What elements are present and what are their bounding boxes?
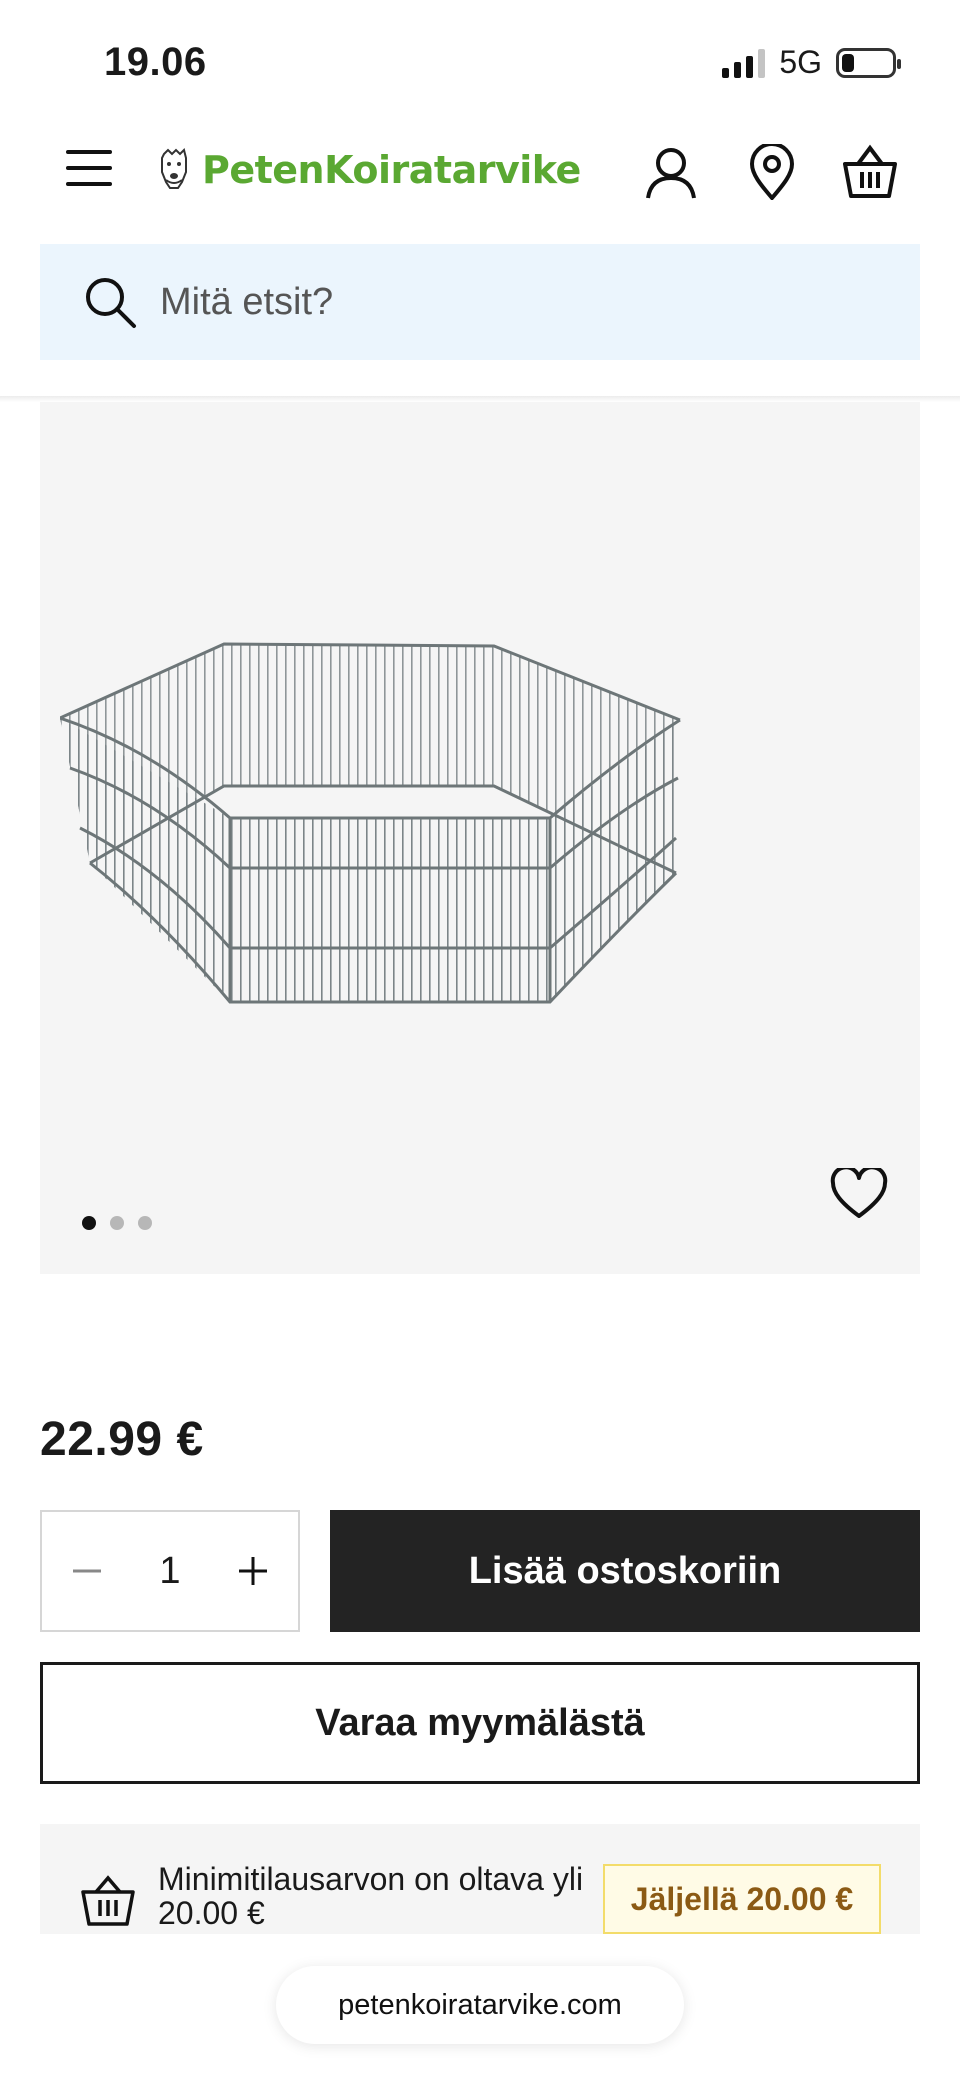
product-price: 22.99 €	[40, 1413, 204, 1466]
status-bar: 19.06 5G	[0, 0, 960, 120]
search-icon	[86, 278, 136, 328]
menu-icon[interactable]	[66, 150, 112, 190]
product-gallery[interactable]	[40, 402, 920, 1274]
browser-url-bar[interactable]: petenkoiratarvike.com	[276, 1966, 684, 2044]
gallery-pagination	[82, 1216, 152, 1230]
site-logo[interactable]: PetenKoiratarvike	[156, 148, 581, 192]
battery-icon	[836, 47, 901, 78]
quantity-value[interactable]: 1	[140, 1550, 200, 1593]
plus-icon	[239, 1557, 267, 1585]
gallery-dot[interactable]	[82, 1216, 96, 1230]
min-order-banner: Minimitilausarvon on oltava yli 20.00 € …	[40, 1824, 920, 1934]
status-indicators: 5G	[722, 44, 901, 81]
gallery-dot[interactable]	[110, 1216, 124, 1230]
min-order-message: Minimitilausarvon on oltava yli 20.00 €	[158, 1861, 584, 1931]
increase-quantity-button[interactable]	[232, 1550, 274, 1592]
reserve-in-store-button[interactable]: Varaa myymälästä	[40, 1662, 920, 1784]
remaining-amount-badge: Jäljellä 20.00 €	[603, 1864, 881, 1934]
heart-icon[interactable]	[830, 1168, 888, 1220]
user-icon[interactable]	[643, 144, 699, 200]
site-header: PetenKoiratarvike	[0, 120, 960, 232]
decrease-quantity-button[interactable]	[66, 1550, 108, 1592]
minus-icon	[73, 1569, 101, 1573]
basket-icon[interactable]	[842, 144, 898, 200]
status-time: 19.06	[104, 40, 207, 84]
network-label: 5G	[779, 44, 822, 80]
search-input[interactable]	[160, 280, 860, 324]
add-to-cart-button[interactable]: Lisää ostoskoriin	[330, 1510, 920, 1632]
search-bar[interactable]	[40, 244, 920, 360]
gallery-dot[interactable]	[138, 1216, 152, 1230]
dog-logo-icon	[161, 148, 187, 189]
signal-icon	[722, 48, 766, 78]
basket-icon	[81, 1875, 135, 1926]
quantity-stepper: 1	[40, 1510, 300, 1632]
logo-text: PetenKoiratarvike	[202, 148, 581, 192]
product-image-playpen	[60, 642, 681, 1004]
location-pin-icon[interactable]	[744, 144, 800, 200]
